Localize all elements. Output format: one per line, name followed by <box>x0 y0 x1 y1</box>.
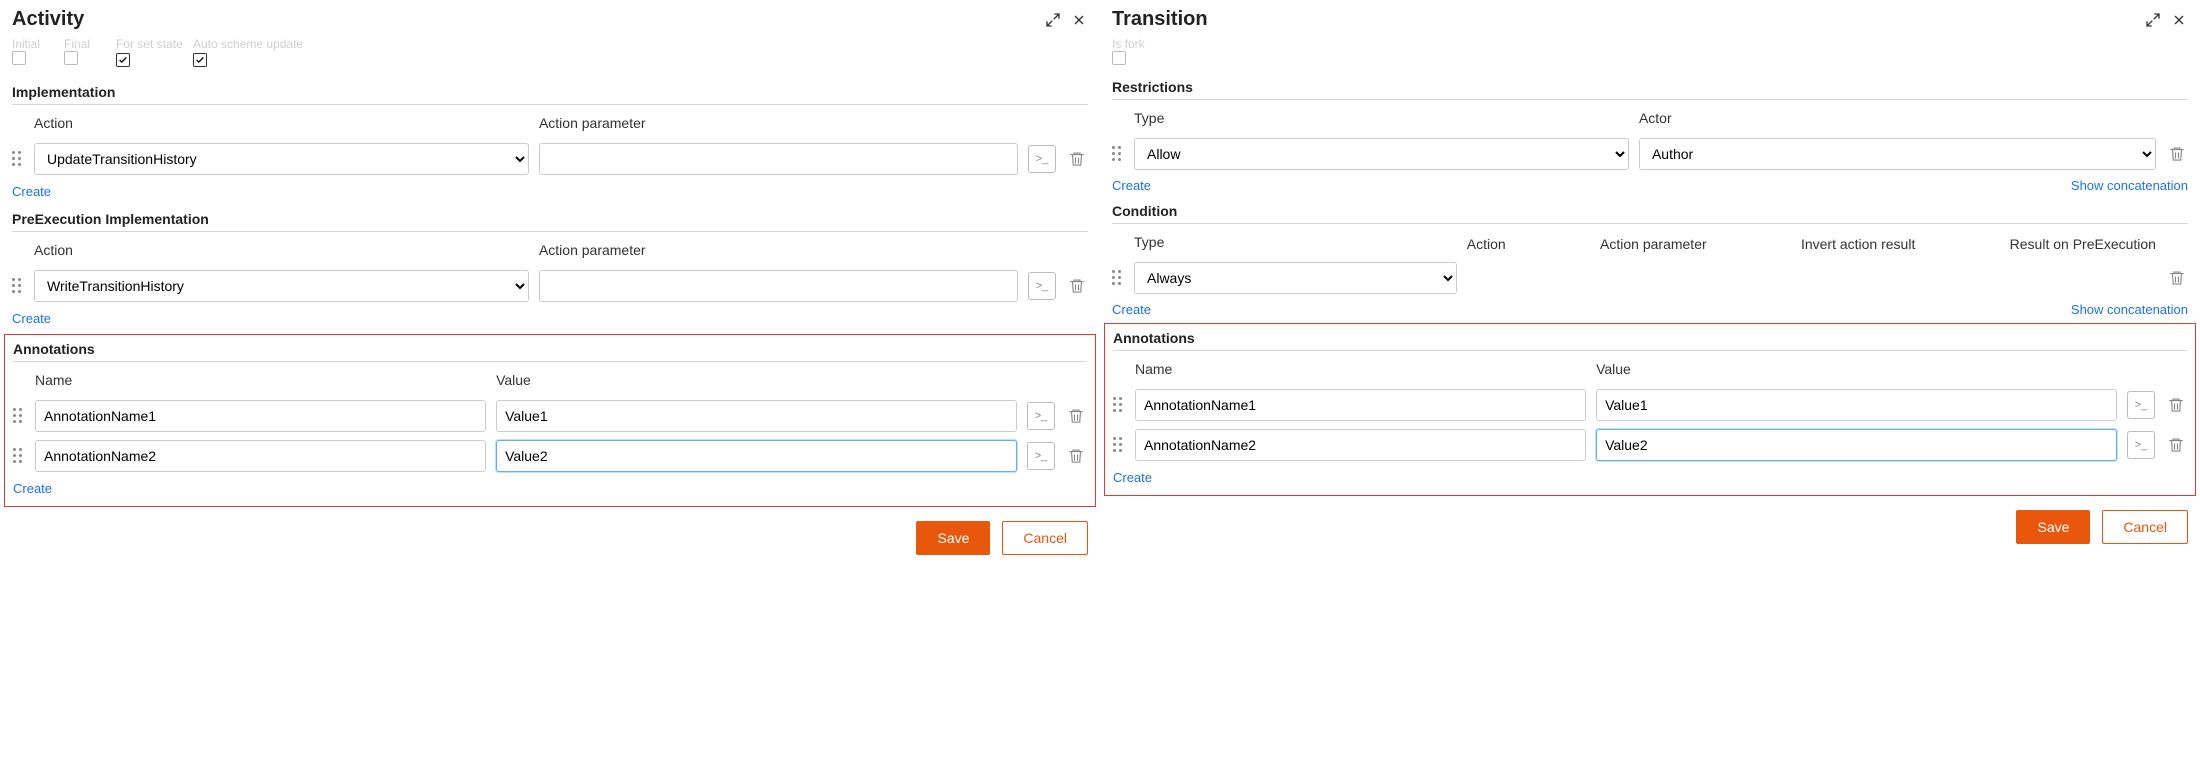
flag-initial-checkbox[interactable] <box>12 51 26 65</box>
flag-auto-label: Auto scheme update <box>193 37 333 51</box>
terminal-icon[interactable]: >_ <box>1028 145 1056 173</box>
save-button[interactable]: Save <box>916 521 990 555</box>
isfork-label: Is fork <box>1112 37 1145 51</box>
annotation-name-input[interactable] <box>35 440 486 472</box>
transition-pane: Transition Is fork Restrictions Type <box>1100 0 2200 567</box>
annotation-value-input[interactable] <box>1596 429 2117 461</box>
terminal-icon[interactable]: >_ <box>1027 402 1055 430</box>
drag-handle-icon[interactable] <box>13 448 25 464</box>
annotation-name-input[interactable] <box>1135 429 1586 461</box>
cond-type-select[interactable]: Always <box>1134 262 1457 294</box>
restrictions-title: Restrictions <box>1112 69 2188 100</box>
action-parameter-label: Action parameter <box>539 115 1018 131</box>
cancel-button[interactable]: Cancel <box>2102 510 2188 544</box>
expand-icon[interactable] <box>2144 11 2162 29</box>
activity-pane: Activity Initial Final For set state Aut… <box>0 0 1100 567</box>
drag-handle-icon[interactable] <box>1112 270 1124 286</box>
create-link[interactable]: Create <box>12 184 51 199</box>
action-parameter-input[interactable] <box>539 270 1018 302</box>
trash-icon[interactable] <box>2165 394 2187 416</box>
cancel-button[interactable]: Cancel <box>1002 521 1088 555</box>
trash-icon[interactable] <box>2166 143 2188 165</box>
create-link[interactable]: Create <box>1112 178 1151 193</box>
create-link[interactable]: Create <box>12 311 51 326</box>
type-label: Type <box>1134 110 1629 126</box>
actor-select[interactable]: Author <box>1639 138 2156 170</box>
trash-icon[interactable] <box>2166 267 2188 289</box>
value-label: Value <box>1596 361 2117 377</box>
preexec-title: PreExecution Implementation <box>12 201 1088 232</box>
flag-forset-label: For set state <box>116 37 181 51</box>
flag-final-checkbox[interactable] <box>64 51 78 65</box>
drag-handle-icon[interactable] <box>12 151 24 167</box>
action-label: Action <box>34 242 529 258</box>
trash-icon[interactable] <box>1066 148 1088 170</box>
drag-handle-icon[interactable] <box>13 408 25 424</box>
type-select[interactable]: Allow <box>1134 138 1629 170</box>
drag-handle-icon[interactable] <box>12 278 24 294</box>
cond-result-label: Result on PreExecution <box>2010 236 2156 252</box>
drag-handle-icon[interactable] <box>1113 437 1125 453</box>
cond-invert-label: Invert action result <box>1801 236 1915 252</box>
create-link[interactable]: Create <box>13 481 52 496</box>
flag-initial-label: Initial <box>12 37 52 51</box>
flag-auto-checkbox[interactable] <box>193 53 207 67</box>
terminal-icon[interactable]: >_ <box>1028 272 1056 300</box>
action-select[interactable]: UpdateTransitionHistory <box>34 143 529 175</box>
annotation-name-input[interactable] <box>1135 389 1586 421</box>
show-concat-link[interactable]: Show concatenation <box>2071 178 2188 193</box>
annotations-title: Annotations <box>1113 330 2187 351</box>
expand-icon[interactable] <box>1044 11 1062 29</box>
annotation-value-input[interactable] <box>496 400 1017 432</box>
annotations-title: Annotations <box>13 341 1087 362</box>
create-link[interactable]: Create <box>1113 470 1152 485</box>
name-label: Name <box>35 372 486 388</box>
annotations-box: Annotations Name Value >_ <box>4 334 1096 507</box>
condition-title: Condition <box>1112 193 2188 224</box>
value-label: Value <box>496 372 1017 388</box>
action-parameter-label: Action parameter <box>539 242 1018 258</box>
action-parameter-input[interactable] <box>539 143 1018 175</box>
actor-label: Actor <box>1639 110 2156 126</box>
name-label: Name <box>1135 361 1586 377</box>
annotation-value-input[interactable] <box>496 440 1017 472</box>
flag-final-label: Final <box>64 37 104 51</box>
cond-type-label: Type <box>1134 234 1457 250</box>
transition-title: Transition <box>1112 8 2144 31</box>
annotation-name-input[interactable] <box>35 400 486 432</box>
drag-handle-icon[interactable] <box>1112 146 1124 162</box>
trash-icon[interactable] <box>2165 434 2187 456</box>
cond-action-label: Action <box>1467 236 1506 252</box>
isfork-checkbox[interactable] <box>1112 51 1126 65</box>
show-concat-link[interactable]: Show concatenation <box>2071 302 2188 317</box>
action-select[interactable]: WriteTransitionHistory <box>34 270 529 302</box>
activity-title: Activity <box>12 8 1044 31</box>
action-label: Action <box>34 115 529 131</box>
flag-forset-checkbox[interactable] <box>116 53 130 67</box>
implementation-title: Implementation <box>12 74 1088 105</box>
annotations-box: Annotations Name Value >_ <box>1104 323 2196 496</box>
drag-handle-icon[interactable] <box>1113 397 1125 413</box>
save-button[interactable]: Save <box>2016 510 2090 544</box>
trash-icon[interactable] <box>1066 275 1088 297</box>
cond-param-label: Action parameter <box>1600 236 1707 252</box>
terminal-icon[interactable]: >_ <box>2127 391 2155 419</box>
close-icon[interactable] <box>1070 11 1088 29</box>
terminal-icon[interactable]: >_ <box>2127 431 2155 459</box>
trash-icon[interactable] <box>1065 445 1087 467</box>
annotation-value-input[interactable] <box>1596 389 2117 421</box>
close-icon[interactable] <box>2170 11 2188 29</box>
trash-icon[interactable] <box>1065 405 1087 427</box>
create-link[interactable]: Create <box>1112 302 1151 317</box>
terminal-icon[interactable]: >_ <box>1027 442 1055 470</box>
